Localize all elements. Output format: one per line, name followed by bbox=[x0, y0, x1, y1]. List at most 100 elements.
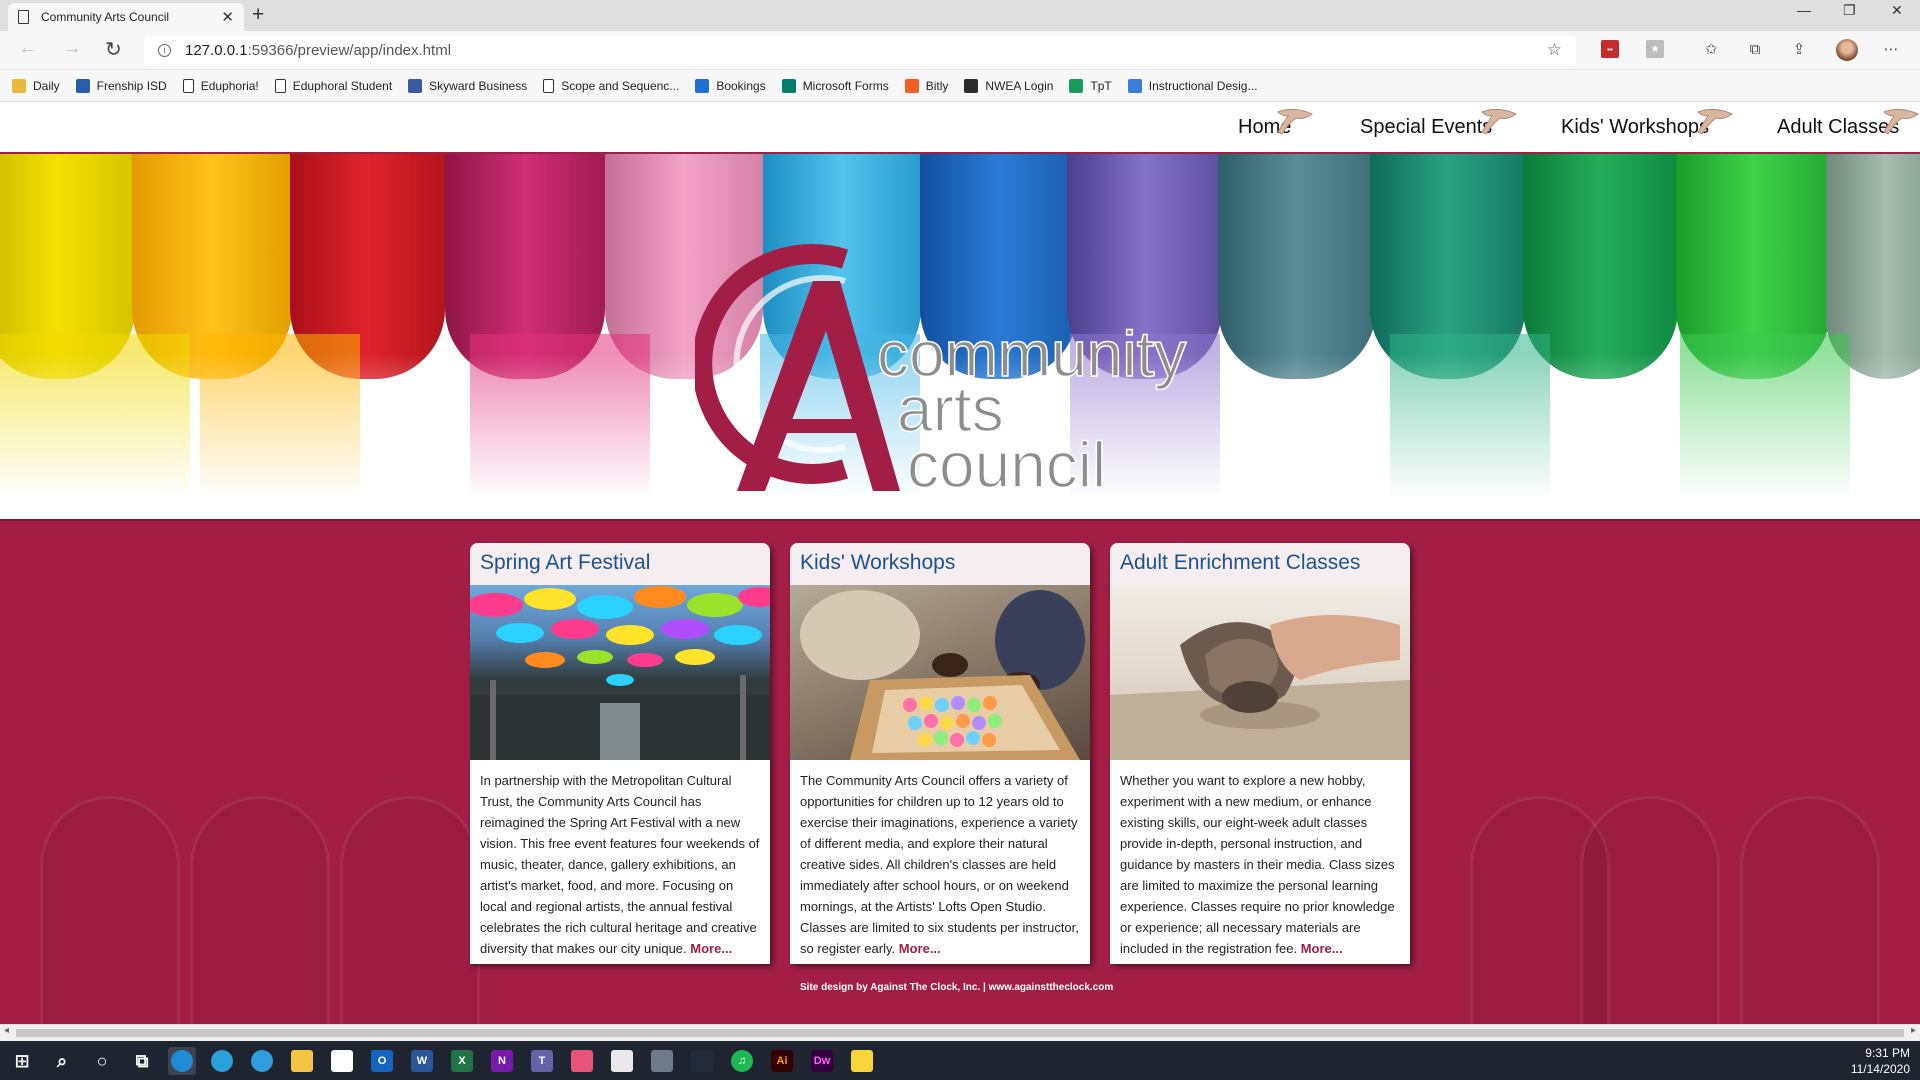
browser-tab[interactable]: Community Arts Council ✕ bbox=[8, 3, 244, 31]
windows-start-icon[interactable]: ⊞ bbox=[8, 1047, 36, 1075]
bookmark-item[interactable]: Microsoft Forms bbox=[781, 78, 889, 93]
more-link[interactable]: More... bbox=[899, 941, 941, 956]
more-link[interactable]: More... bbox=[1301, 941, 1343, 956]
nav-special-events[interactable]: Special Events bbox=[1360, 116, 1492, 139]
bookmarks-bar: Daily Frenship ISD Eduphoria! Eduphoral Stu… bbox=[0, 70, 1920, 102]
bookmark-label: Eduphoria! bbox=[200, 78, 259, 93]
main-content: Spring Art Festival In partnership with … bbox=[0, 521, 1920, 1024]
chalk-slate bbox=[1218, 154, 1376, 379]
teams-icon[interactable]: T bbox=[528, 1047, 556, 1075]
onenote-icon[interactable]: N bbox=[488, 1047, 516, 1075]
card-description: The Community Arts Council offers a vari… bbox=[790, 760, 1090, 959]
favorite-star-icon[interactable]: ☆ bbox=[1547, 40, 1562, 60]
more-link[interactable]: More... bbox=[690, 941, 732, 956]
illustrator-icon[interactable]: Ai bbox=[768, 1047, 796, 1075]
edge-beta-icon[interactable] bbox=[208, 1047, 236, 1075]
bookmark-item[interactable]: Daily bbox=[12, 78, 60, 93]
restore-icon[interactable]: ❐ bbox=[1843, 2, 1856, 19]
system-clock[interactable]: 9:31 PM 11/14/2020 bbox=[1851, 1045, 1910, 1077]
favorites-icon[interactable]: ✩ bbox=[1702, 40, 1720, 58]
url-field[interactable]: i 127.0.0.1:59366/preview/app/index.html… bbox=[144, 36, 1576, 65]
new-tab-icon[interactable]: + bbox=[252, 3, 264, 27]
bookmark-item[interactable]: Scope and Sequenc... bbox=[543, 78, 679, 93]
background-texture bbox=[1740, 796, 1880, 1024]
card-title[interactable]: Spring Art Festival bbox=[470, 543, 770, 585]
minimize-icon[interactable]: — bbox=[1797, 2, 1811, 18]
card-spring-art-festival: Spring Art Festival In partnership with … bbox=[470, 543, 770, 964]
photos-glyph bbox=[571, 1050, 593, 1072]
bookmark-item[interactable]: NWEA Login bbox=[964, 78, 1053, 93]
footer-credit[interactable]: Site design by Against The Clock, Inc. |… bbox=[800, 982, 1113, 993]
scrollbar-thumb[interactable] bbox=[16, 1029, 1904, 1037]
photos-icon[interactable] bbox=[568, 1047, 596, 1075]
forward-icon[interactable]: → bbox=[62, 37, 82, 60]
bookmark-item[interactable]: Bitly bbox=[904, 78, 948, 93]
spotify-icon[interactable]: ♫ bbox=[728, 1047, 756, 1075]
page-icon bbox=[274, 78, 286, 93]
horizontal-scrollbar[interactable]: ◂ ▸ bbox=[0, 1024, 1920, 1041]
back-icon[interactable]: ← bbox=[18, 37, 38, 60]
bookmark-item[interactable]: Instructional Desig... bbox=[1127, 78, 1258, 93]
profile-avatar[interactable] bbox=[1836, 39, 1858, 61]
file-explorer-glyph bbox=[291, 1050, 313, 1072]
store-icon[interactable] bbox=[328, 1047, 356, 1075]
bookmark-item[interactable]: Skyward Business bbox=[408, 78, 527, 93]
search-glyph: ⌕ bbox=[56, 1050, 68, 1071]
task-view-icon[interactable]: ⧉ bbox=[128, 1047, 156, 1075]
outlook-icon[interactable]: O bbox=[368, 1047, 396, 1075]
dreamweaver-icon[interactable]: Dw bbox=[808, 1047, 836, 1075]
more-menu-icon[interactable]: ⋯ bbox=[1882, 40, 1900, 58]
background-texture bbox=[40, 796, 180, 1024]
notepad-icon[interactable] bbox=[608, 1047, 636, 1075]
edge-icon[interactable] bbox=[248, 1047, 276, 1075]
excel-icon[interactable]: X bbox=[448, 1047, 476, 1075]
extension-red-icon[interactable]: ▪▪ bbox=[1601, 40, 1619, 58]
file-explorer-icon[interactable] bbox=[288, 1047, 316, 1075]
background-texture bbox=[1580, 796, 1720, 1024]
word-icon[interactable]: W bbox=[408, 1047, 436, 1075]
refresh-icon[interactable]: ↻ bbox=[105, 37, 122, 62]
kindle-icon[interactable] bbox=[688, 1047, 716, 1075]
bookmark-item[interactable]: TpT bbox=[1069, 78, 1112, 93]
card-description: In partnership with the Metropolitan Cul… bbox=[470, 760, 770, 959]
excel-glyph: X bbox=[451, 1050, 473, 1072]
background-texture bbox=[190, 796, 330, 1024]
clay-hands-photo[interactable] bbox=[1110, 585, 1410, 760]
page-icon bbox=[543, 78, 555, 93]
info-pin-icon bbox=[1127, 78, 1142, 93]
scroll-left-icon[interactable]: ◂ bbox=[4, 1025, 9, 1036]
kids-chalk-photo[interactable] bbox=[790, 585, 1090, 760]
close-tab-icon[interactable]: ✕ bbox=[221, 8, 234, 26]
card-title[interactable]: Adult Enrichment Classes bbox=[1110, 543, 1410, 585]
sticky-notes-icon[interactable] bbox=[848, 1047, 876, 1075]
collections-icon[interactable]: ⧉ bbox=[1746, 40, 1764, 58]
extension-grey-icon[interactable]: ★ bbox=[1646, 40, 1664, 58]
bookmark-item[interactable]: Eduphoral Student bbox=[274, 78, 393, 93]
paintbrush-icon bbox=[1697, 108, 1733, 135]
bookmark-item[interactable]: Frenship ISD bbox=[75, 78, 167, 93]
bookmark-item[interactable]: Eduphoria! bbox=[182, 78, 259, 93]
spotify-glyph: ♫ bbox=[731, 1050, 753, 1072]
bookmark-label: Instructional Desig... bbox=[1148, 78, 1258, 93]
kindle-glyph bbox=[691, 1050, 713, 1072]
nav-kids-workshops[interactable]: Kids' Workshops bbox=[1561, 116, 1709, 139]
url-host: 127.0.0.1 bbox=[185, 42, 248, 59]
umbrella-canopy-photo[interactable] bbox=[470, 585, 770, 760]
edge-beta-glyph bbox=[211, 1050, 233, 1072]
bookmark-item[interactable]: Bookings bbox=[695, 78, 766, 93]
edge-dev-icon[interactable] bbox=[168, 1047, 196, 1075]
share-icon[interactable]: ⇪ bbox=[1790, 40, 1808, 58]
card-title[interactable]: Kids' Workshops bbox=[790, 543, 1090, 585]
calculator-icon[interactable] bbox=[648, 1047, 676, 1075]
cortana-icon[interactable]: ○ bbox=[88, 1047, 116, 1075]
scroll-right-icon[interactable]: ▸ bbox=[1911, 1025, 1916, 1036]
background-texture bbox=[340, 796, 480, 1024]
search-icon[interactable]: ⌕ bbox=[48, 1047, 76, 1075]
close-window-icon[interactable]: ✕ bbox=[1891, 2, 1903, 19]
onenote-glyph: N bbox=[491, 1050, 513, 1072]
site-info-icon[interactable]: i bbox=[158, 44, 171, 57]
page-icon bbox=[182, 78, 194, 93]
windows-taskbar: 9:31 PM 11/14/2020 ⊞ ⌕ ○ ⧉ O W X N T ♫ Ai Dw bbox=[0, 1041, 1920, 1080]
kids-chalk-illustration bbox=[800, 590, 1085, 760]
bookmark-label: Eduphoral Student bbox=[292, 78, 393, 93]
